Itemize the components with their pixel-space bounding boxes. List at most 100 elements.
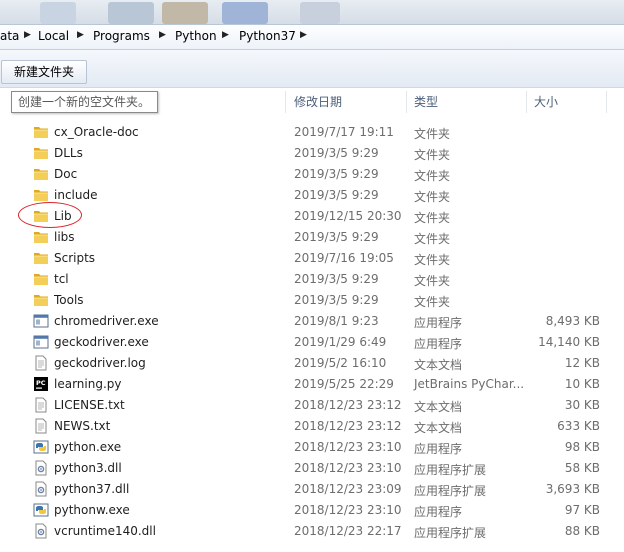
file-name: vcruntime140.dll	[54, 524, 156, 538]
file-size: 10 KB	[564, 377, 600, 391]
file-type: 文件夹	[414, 274, 451, 288]
breadcrumb-item[interactable]: Python37	[239, 29, 296, 43]
column-divider[interactable]	[285, 91, 286, 113]
file-name: learning.py	[54, 377, 122, 391]
file-row[interactable]: python.exe 2018/12/23 23:10 应用程序 98 KB	[0, 437, 624, 458]
file-type: 应用程序扩展	[414, 484, 487, 498]
file-type: 应用程序	[414, 337, 463, 351]
file-row[interactable]: geckodriver.exe 2019/1/29 6:49 应用程序 14,140 …	[0, 332, 624, 353]
file-name: Doc	[54, 167, 78, 181]
chevron-right-icon[interactable]: ▶	[222, 30, 229, 40]
folder-row[interactable]: DLLs 2019/3/5 9:29 文件夹	[0, 143, 624, 164]
text-file-icon	[33, 397, 49, 413]
file-type: 文件夹	[414, 295, 451, 309]
folder-row[interactable]: Tools 2019/3/5 9:29 文件夹	[0, 290, 624, 311]
column-divider[interactable]	[606, 91, 607, 113]
column-header-size[interactable]: 大小	[534, 91, 604, 113]
breadcrumb-item[interactable]: Python	[175, 29, 217, 43]
highlight-circle	[18, 202, 82, 228]
folder-icon	[33, 187, 49, 203]
file-size: 12 KB	[564, 356, 600, 370]
file-type: 文本文档	[414, 421, 463, 435]
file-row[interactable]: NEWS.txt 2018/12/23 23:12 文本文档 633 KB	[0, 416, 624, 437]
folder-row[interactable]: include 2019/3/5 9:29 文件夹	[0, 185, 624, 206]
file-name: DLLs	[54, 146, 83, 160]
new-folder-button[interactable]: 新建文件夹	[1, 60, 87, 84]
file-row[interactable]: python3.dll 2018/12/23 23:10 应用程序扩展 58 KB	[0, 458, 624, 479]
taskbar-strip	[0, 0, 624, 24]
dll-icon	[33, 523, 49, 539]
app-icon	[162, 2, 208, 24]
folder-row[interactable]: cx_Oracle-doc 2019/7/17 19:11 文件夹	[0, 122, 624, 143]
file-name: cx_Oracle-doc	[54, 125, 139, 139]
file-name: LICENSE.txt	[54, 398, 125, 412]
app-icon	[108, 2, 154, 24]
file-name: python37.dll	[54, 482, 130, 496]
folder-icon	[33, 145, 49, 161]
file-date: 2018/12/23 23:09	[294, 482, 402, 496]
file-name: python3.dll	[54, 461, 122, 475]
file-row[interactable]: geckodriver.log 2019/5/2 16:10 文本文档 12 KB	[0, 353, 624, 374]
file-name: Tools	[54, 293, 84, 307]
app-icon	[300, 2, 340, 24]
chevron-right-icon[interactable]: ▶	[300, 30, 307, 40]
folder-row[interactable]: tcl 2019/3/5 9:29 文件夹	[0, 269, 624, 290]
folder-icon	[33, 250, 49, 266]
file-type: 文件夹	[414, 190, 451, 204]
chevron-right-icon[interactable]: ▶	[24, 30, 31, 40]
file-row[interactable]: python37.dll 2018/12/23 23:09 应用程序扩展 3,693 …	[0, 479, 624, 500]
chevron-right-icon[interactable]: ▶	[159, 30, 166, 40]
file-row[interactable]: LICENSE.txt 2018/12/23 23:12 文本文档 30 KB	[0, 395, 624, 416]
file-date: 2019/5/25 22:29	[294, 377, 394, 391]
file-type: 文件夹	[414, 148, 451, 162]
svg-text:PC: PC	[36, 379, 46, 387]
breadcrumb-item[interactable]: Local	[38, 29, 69, 43]
file-type: 文件夹	[414, 169, 451, 183]
file-date: 2018/12/23 23:10	[294, 461, 402, 475]
file-type: 文件夹	[414, 127, 451, 141]
file-name: Scripts	[54, 251, 96, 265]
file-name: geckodriver.log	[54, 356, 146, 370]
file-type: 应用程序扩展	[414, 463, 487, 477]
file-size: 58 KB	[564, 461, 600, 475]
file-type: 文件夹	[414, 253, 451, 267]
folder-row[interactable]: libs 2019/3/5 9:29 文件夹	[0, 227, 624, 248]
file-row[interactable]: chromedriver.exe 2019/8/1 9:23 应用程序 8,493 K…	[0, 311, 624, 332]
column-divider[interactable]	[406, 91, 407, 113]
file-date: 2018/12/23 23:12	[294, 398, 402, 412]
python-icon	[33, 439, 49, 455]
file-type: 应用程序	[414, 316, 463, 330]
file-row[interactable]: vcruntime140.dll 2018/12/23 22:17 应用程序扩展 88…	[0, 521, 624, 542]
breadcrumb-item[interactable]: Programs	[93, 29, 150, 43]
pycharm-icon: PC	[33, 376, 49, 392]
column-divider[interactable]	[526, 91, 527, 113]
file-size: 30 KB	[564, 398, 600, 412]
folder-row[interactable]: Scripts 2019/7/16 19:05 文件夹	[0, 248, 624, 269]
app-icon	[222, 2, 268, 24]
folder-icon	[33, 292, 49, 308]
file-name: geckodriver.exe	[54, 335, 149, 349]
folder-row[interactable]: Doc 2019/3/5 9:29 文件夹	[0, 164, 624, 185]
file-type: 应用程序	[414, 442, 463, 456]
file-row[interactable]: pythonw.exe 2018/12/23 23:10 应用程序 97 KB	[0, 500, 624, 521]
file-date: 2019/3/5 9:29	[294, 188, 379, 202]
chevron-right-icon[interactable]: ▶	[77, 30, 84, 40]
app-icon	[40, 2, 76, 24]
file-size: 98 KB	[564, 440, 600, 454]
folder-icon	[33, 124, 49, 140]
file-name: NEWS.txt	[54, 419, 111, 433]
folder-row[interactable]: Lib 2019/12/15 20:30 文件夹	[0, 206, 624, 227]
column-header-date[interactable]: 修改日期	[294, 91, 404, 113]
file-row[interactable]: PC learning.py 2019/5/25 22:29 JetBrains Py…	[0, 374, 624, 395]
file-date: 2019/12/15 20:30	[294, 209, 402, 223]
file-date: 2019/3/5 9:29	[294, 230, 379, 244]
file-date: 2018/12/23 23:10	[294, 440, 402, 454]
file-type: 应用程序	[414, 505, 463, 519]
column-header-type[interactable]: 类型	[414, 91, 524, 113]
breadcrumb-item[interactable]: ata	[0, 29, 19, 43]
file-name: include	[54, 188, 98, 202]
file-name: tcl	[54, 272, 69, 286]
folder-icon	[33, 166, 49, 182]
breadcrumb[interactable]: ata ▶ Local ▶ Programs ▶ Python ▶ Python…	[0, 24, 624, 50]
file-size: 633 KB	[557, 419, 600, 433]
